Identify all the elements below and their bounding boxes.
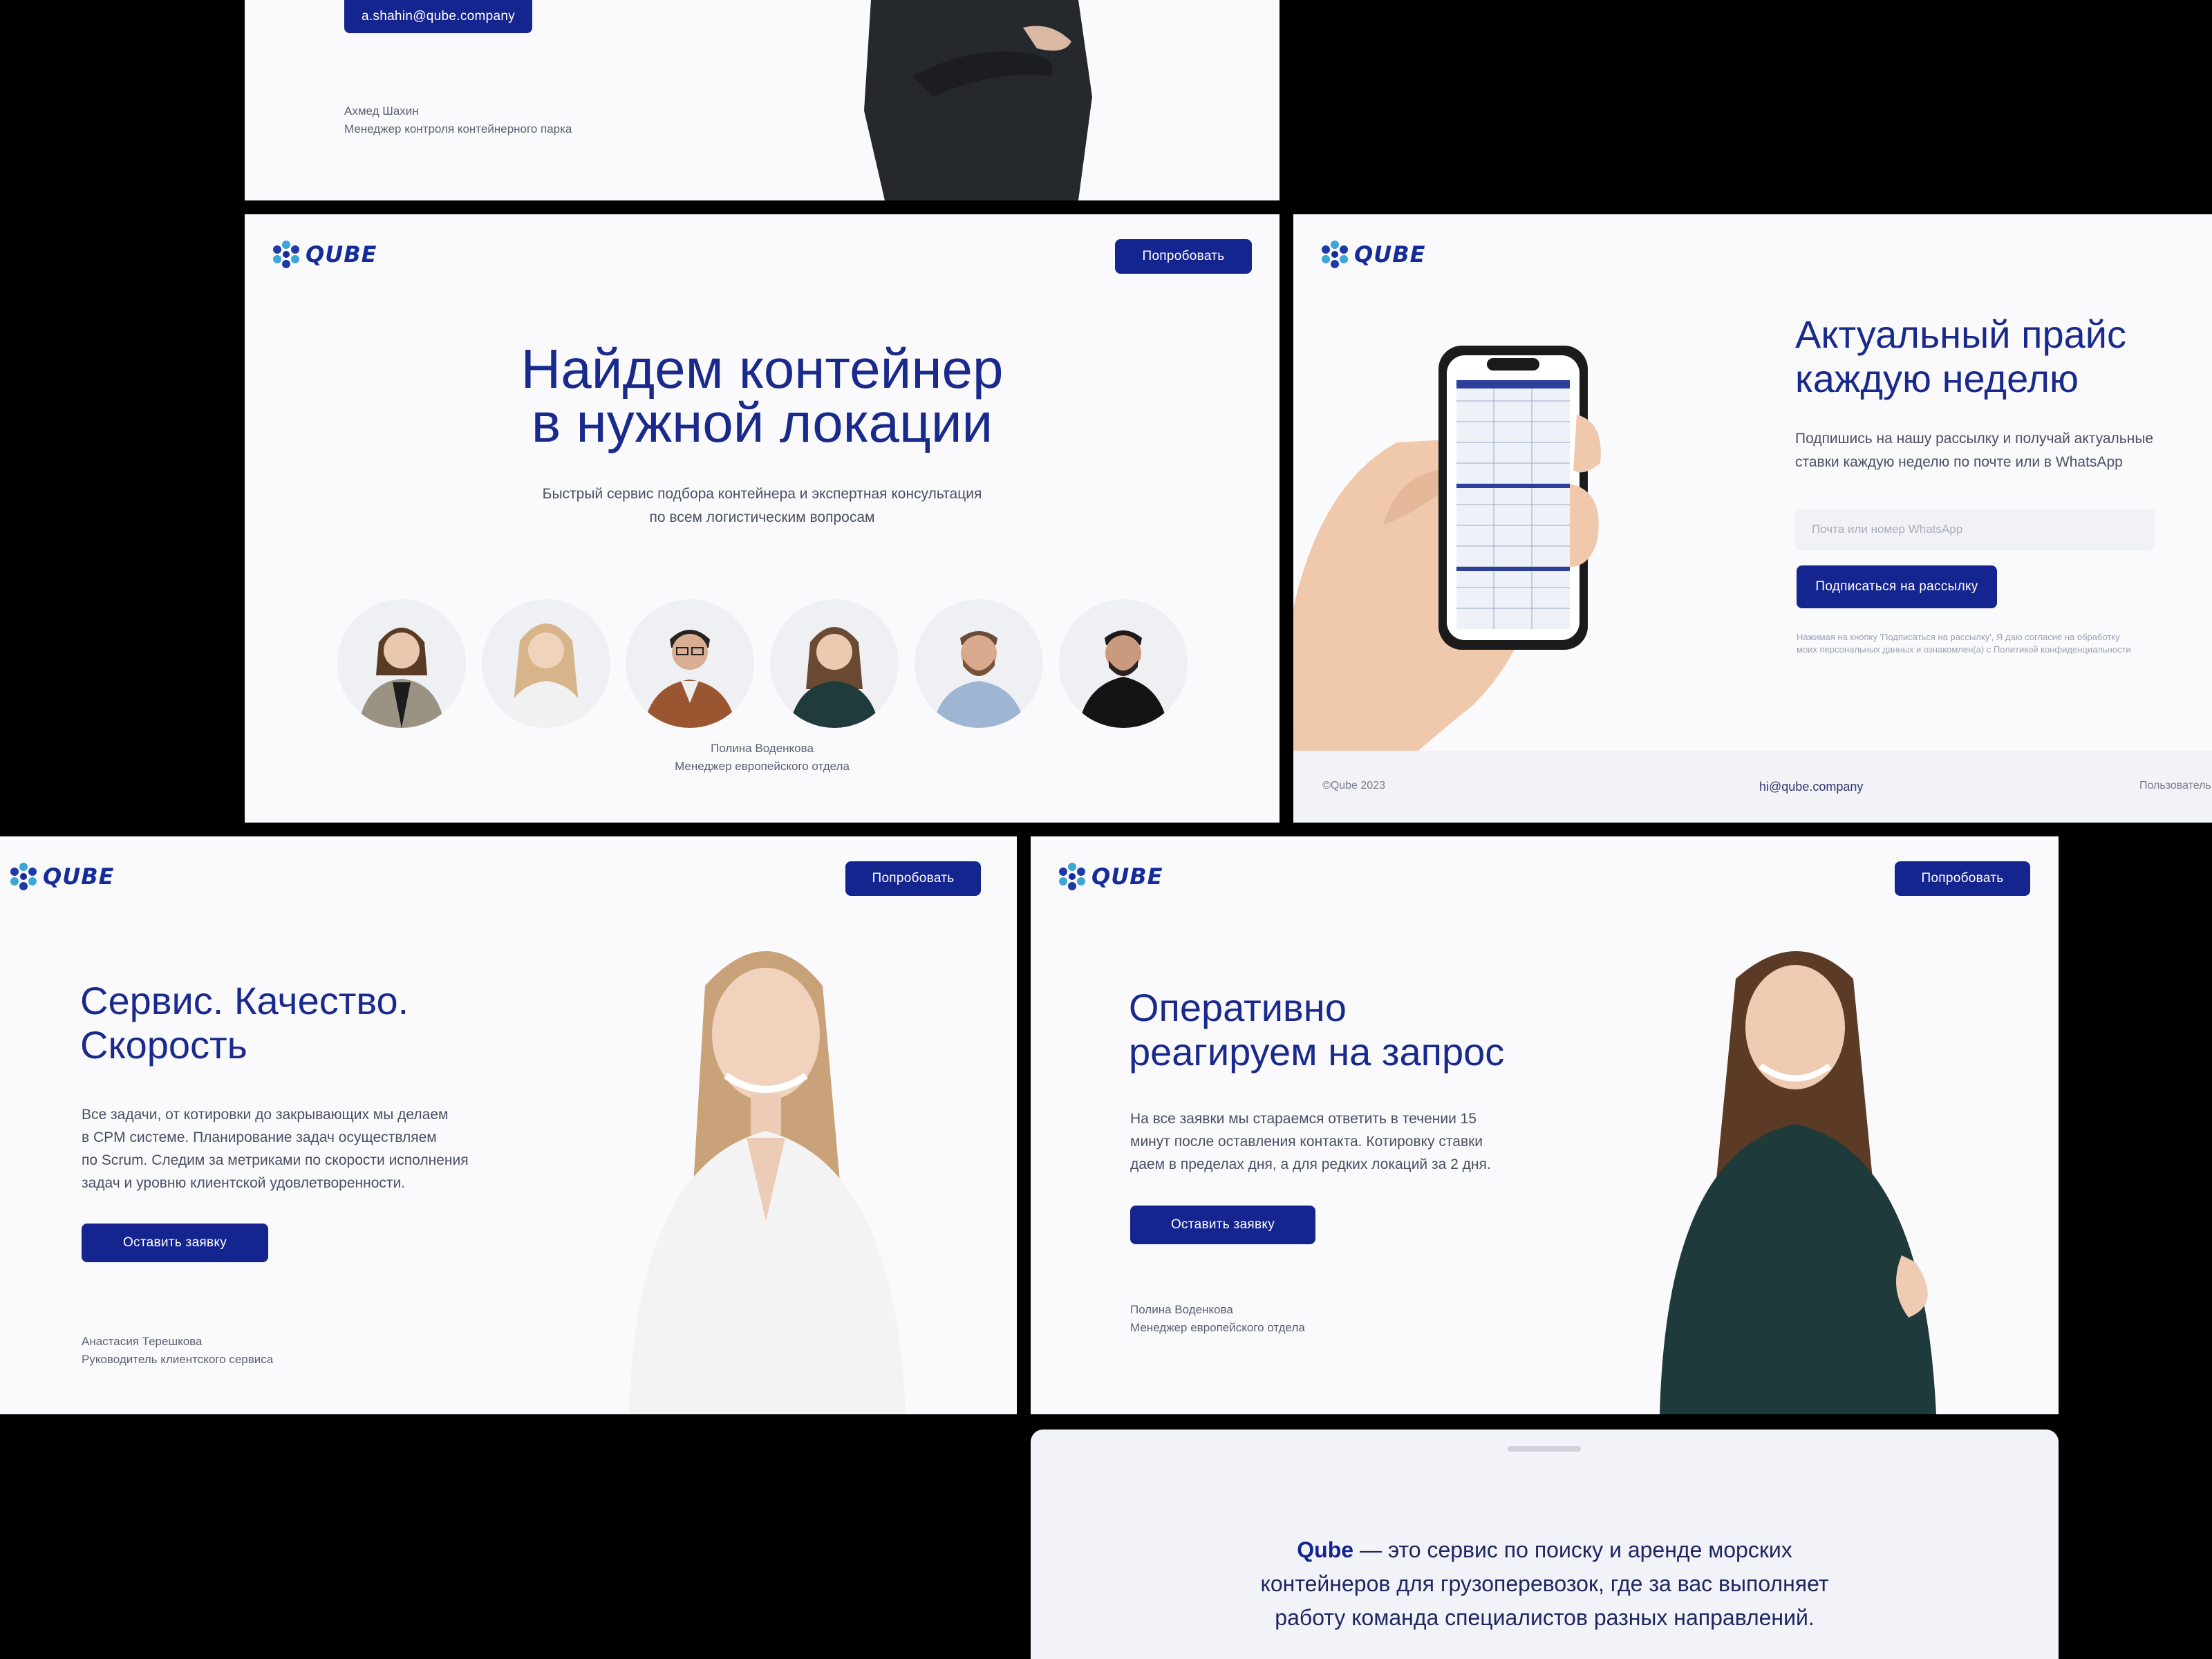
logo[interactable]: QUBE — [8, 861, 114, 892]
panel-fast-response: QUBE Попробовать Оперативно реагируем на… — [1031, 836, 2059, 1414]
try-button[interactable]: Попробовать — [845, 861, 981, 896]
consent-text: Нажимая на кнопку 'Подписаться на рассыл… — [1797, 632, 2131, 655]
request-button[interactable]: Оставить заявку — [82, 1224, 268, 1262]
footer-bar: ©Qube 2023 hi@qube.company Пользователь — [1293, 751, 2212, 823]
panel-service-quality: QUBE Попробовать Сервис. Качество. Скоро… — [0, 836, 1017, 1414]
person-role: Менеджер контроля контейнерного парка — [344, 122, 572, 135]
logo-text: QUBE — [306, 241, 377, 268]
person-name: Ахмед Шахин — [344, 104, 419, 118]
team-avatar-6[interactable] — [1059, 599, 1188, 728]
person-name: Полина Воденкова — [1130, 1303, 1233, 1316]
panel-price-subscribe: QUBE Актуальный прайс каждую неделю Подп… — [1293, 214, 2212, 823]
phone-in-hand-image — [1293, 346, 1601, 816]
footer-copyright: ©Qube 2023 — [1322, 780, 1385, 791]
person-name: Анастасия Терешкова — [82, 1335, 203, 1348]
logo[interactable]: QUBE — [1320, 239, 1425, 270]
fast-description: На все заявки мы стараемся ответить в те… — [1130, 1111, 1491, 1172]
footer-email-link[interactable]: hi@qube.company — [1759, 780, 1863, 794]
person-photo — [864, 0, 1092, 200]
person-role: Менеджер европейского отдела — [1130, 1321, 1305, 1334]
logo-text: QUBE — [1091, 863, 1163, 890]
service-description: Все задачи, от котировки до закрывающих … — [82, 1107, 469, 1191]
logo[interactable]: QUBE — [1057, 861, 1163, 892]
hero-title: Найдем контейнер в нужной локации — [521, 338, 1004, 453]
logo[interactable]: QUBE — [271, 239, 377, 270]
fast-title: Оперативно реагируем на запрос — [1129, 986, 1505, 1074]
drag-handle[interactable] — [1508, 1446, 1581, 1452]
contact-input-placeholder: Почта или номер WhatsApp — [1812, 523, 1963, 536]
try-button[interactable]: Попробовать — [1895, 861, 2030, 896]
request-button[interactable]: Оставить заявку — [1130, 1206, 1315, 1244]
contact-input[interactable]: Почта или номер WhatsApp — [1795, 509, 2155, 550]
footer-user-link[interactable]: Пользователь — [2139, 780, 2211, 792]
team-avatar-5[interactable] — [915, 599, 1043, 728]
price-description: Подпишись на нашу рассылку и получай акт… — [1795, 431, 2154, 470]
hero-subtitle: Быстрый сервис подбора контейнера и эксп… — [542, 486, 982, 525]
team-avatar-3[interactable] — [626, 599, 754, 728]
person-role: Руководитель клиентского сервиса — [82, 1353, 274, 1366]
qube-hex-logo-icon — [1322, 241, 1348, 268]
qube-hex-logo-icon — [10, 863, 37, 890]
logo-text: QUBE — [43, 863, 115, 890]
try-button[interactable]: Попробовать — [1115, 239, 1252, 274]
logo-text: QUBE — [1354, 241, 1426, 268]
service-title: Сервис. Качество. Скорость — [80, 979, 409, 1067]
email-button[interactable]: a.shahin@qube.company — [344, 0, 532, 33]
about-brand: Qube — [1297, 1537, 1354, 1562]
panel-contact-strip: a.shahin@qube.company Ахмед Шахин Менедж… — [245, 0, 1280, 200]
about-text: Qube — это сервис по поиску и аренде мор… — [1260, 1537, 1829, 1630]
selected-person-name: Полина Воденкова — [711, 742, 814, 755]
panel-about: Qube — это сервис по поиску и аренде мор… — [1031, 1430, 2059, 1659]
team-avatar-2[interactable] — [482, 599, 610, 728]
person-photo — [629, 951, 906, 1414]
price-title: Актуальный прайс каждую неделю — [1795, 312, 2127, 400]
selected-person-role: Менеджер европейского отдела — [675, 760, 850, 773]
panel-hero: QUBE Попробовать Найдем контейнер в нужн… — [245, 214, 1280, 823]
subscribe-button[interactable]: Подписаться на рассылку — [1797, 565, 1997, 608]
qube-hex-logo-icon — [273, 241, 299, 268]
team-avatar-1[interactable] — [337, 599, 466, 728]
person-photo — [1660, 951, 1936, 1414]
team-avatar-4[interactable] — [770, 599, 899, 728]
qube-hex-logo-icon — [1059, 863, 1085, 890]
